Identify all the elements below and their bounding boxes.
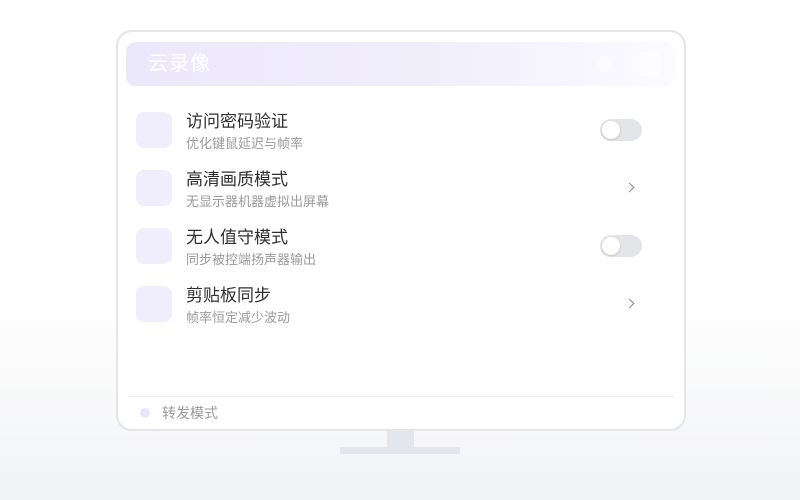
- toggle-knob: [602, 121, 620, 139]
- item-subtitle: 帧率恒定减少波动: [186, 310, 291, 325]
- chevron-right-icon: [624, 182, 635, 193]
- monitor-stand-base: [340, 447, 460, 454]
- screen: 云录像 访问密码验证 优化键鼠延迟与帧率 高清画质模式 无显示器机器虚拟出屏幕 …: [0, 0, 800, 500]
- header-action-button[interactable]: [632, 52, 662, 76]
- status-dot-icon: [140, 408, 150, 418]
- toggle-switch[interactable]: [600, 235, 642, 257]
- item-icon: [136, 170, 172, 206]
- item-icon: [136, 112, 172, 148]
- item-subtitle: 无显示器机器虚拟出屏幕: [186, 194, 330, 209]
- item-subtitle: 同步被控端扬声器输出: [186, 252, 317, 267]
- item-icon: [136, 286, 172, 322]
- toggle-switch[interactable]: [600, 119, 642, 141]
- item-subtitle: 优化键鼠延迟与帧率: [186, 136, 304, 151]
- item-title: 剪贴板同步: [186, 286, 271, 305]
- item-title: 高清画质模式: [186, 170, 288, 189]
- item-title: 无人值守模式: [186, 228, 288, 247]
- setting-row-unattended[interactable]: 无人值守模式 同步被控端扬声器输出: [136, 228, 642, 267]
- window-title: 云录像: [148, 53, 211, 75]
- setting-row-password-verify[interactable]: 访问密码验证 优化键鼠延迟与帧率: [136, 112, 642, 151]
- footer-divider: [128, 396, 675, 397]
- setting-row-hd-quality[interactable]: 高清画质模式 无显示器机器虚拟出屏幕: [136, 170, 642, 209]
- header-action-button[interactable]: [598, 56, 610, 72]
- header-bar: 云录像: [126, 42, 675, 86]
- footer-mode-label: 转发模式: [162, 405, 218, 421]
- monitor-stand-neck: [387, 431, 414, 447]
- toggle-knob: [602, 237, 620, 255]
- setting-row-clipboard-sync[interactable]: 剪贴板同步 帧率恒定减少波动: [136, 286, 642, 325]
- chevron-right-icon: [624, 298, 635, 309]
- item-title: 访问密码验证: [186, 112, 288, 131]
- item-icon: [136, 228, 172, 264]
